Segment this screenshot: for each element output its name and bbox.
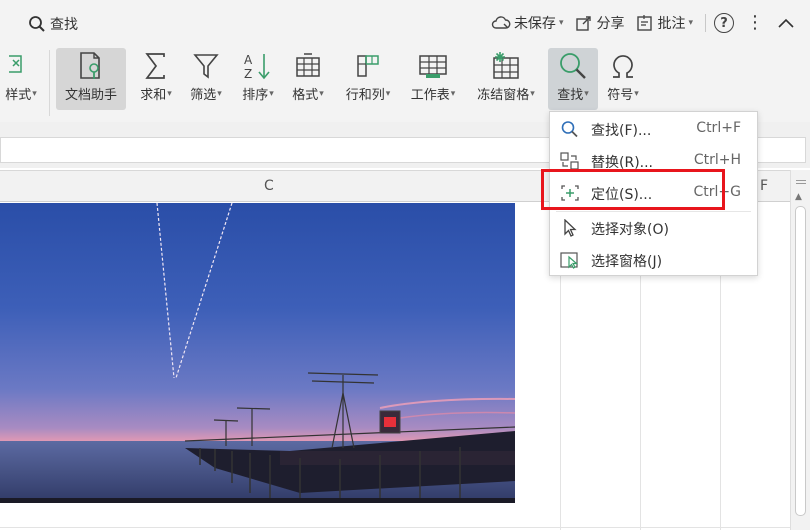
rowcol-button[interactable]: 行和列 ▾ (338, 48, 398, 110)
sum-label: 求和 (140, 88, 167, 103)
caret-down-icon: ▾ (450, 88, 456, 99)
symbol-label: 符号 (607, 88, 634, 103)
sum-button[interactable]: 求和 ▾ (134, 48, 178, 110)
help-icon[interactable]: ? (714, 13, 734, 33)
magnifier-icon (560, 53, 586, 79)
scrollbar-thumb[interactable] (795, 206, 806, 516)
freeze-label: 冻结窗格 (477, 88, 530, 103)
omega-icon (613, 55, 633, 78)
share-label: 分享 (596, 16, 625, 32)
replace-icon (560, 152, 579, 170)
svg-text:Z: Z (244, 67, 252, 81)
column-header-c[interactable]: C (264, 178, 274, 194)
style-label: 样式 (5, 88, 32, 103)
caret-down-icon: ▾ (32, 88, 37, 99)
worksheet-label: 工作表 (410, 88, 450, 103)
freeze-button[interactable]: 冻结窗格 ▾ (468, 48, 544, 110)
doc-assistant-button[interactable]: 文档助手 (56, 48, 126, 110)
caret-down-icon: ▾ (558, 18, 564, 28)
funnel-icon (193, 54, 219, 79)
document-wrench-icon (80, 52, 100, 79)
unsaved-button[interactable]: 未保存 ▾ (491, 13, 564, 33)
search-icon (29, 16, 45, 32)
scrollbar-grip-icon (796, 180, 806, 181)
menu-item-label: 选择对象(O) (591, 222, 669, 238)
magnifier-icon (561, 121, 578, 138)
share-icon (576, 16, 592, 31)
style-button[interactable]: 样式 ▾ (0, 48, 42, 110)
filter-button[interactable]: 筛选 ▾ (184, 48, 228, 110)
menu-item-shortcut: Ctrl+H (693, 152, 741, 168)
doc-assistant-label: 文档助手 (64, 88, 117, 103)
rowcol-label: 行和列 (345, 88, 385, 103)
menu-item-label: 查找(F)... (591, 123, 652, 139)
menu-separator (556, 211, 751, 212)
caret-down-icon: ▾ (269, 88, 274, 99)
annotate-label: 批注 (657, 16, 686, 32)
cloud-icon (491, 16, 511, 29)
search-label: 查找 (50, 17, 78, 33)
sigma-icon (145, 53, 165, 79)
column-header-f[interactable]: F (760, 178, 768, 194)
caret-down-icon: ▾ (584, 88, 589, 99)
caret-down-icon: ▾ (634, 88, 639, 99)
menu-item-label: 选择窗格(J) (591, 254, 663, 270)
caret-down-icon: ▾ (167, 88, 172, 99)
top-bar: 查找 未保存 ▾ 分享 批注 ▾ ? ⋮ (0, 0, 810, 46)
format-label: 格式 (292, 88, 319, 103)
cursor-icon (564, 219, 577, 237)
sort-az-icon: AZ (244, 53, 270, 81)
menu-item-selection-pane[interactable]: 选择窗格(J) (550, 245, 757, 275)
grid-line (0, 527, 790, 528)
symbol-button[interactable]: 符号 ▾ (600, 48, 646, 110)
find-label: 查找 (557, 88, 584, 103)
unsaved-label: 未保存 (513, 16, 556, 32)
worksheet-icon (419, 55, 447, 78)
filter-label: 筛选 (190, 88, 217, 103)
svg-text:A: A (244, 53, 253, 67)
menu-item-shortcut: Ctrl+F (696, 120, 741, 136)
format-button[interactable]: 格式 ▾ (286, 48, 330, 110)
worksheet-button[interactable]: 工作表 ▾ (404, 48, 462, 110)
row-column-icon (357, 55, 379, 77)
annotate-icon (637, 15, 653, 31)
sort-label: 排序 (242, 88, 269, 103)
highlight-box (541, 169, 725, 210)
annotate-button[interactable]: 批注 ▾ (636, 13, 693, 33)
search-button[interactable]: 查找 (28, 12, 78, 36)
vertical-scrollbar[interactable]: ▲ (790, 170, 810, 530)
caret-down-icon: ▾ (530, 88, 535, 99)
caret-down-icon: ▾ (319, 88, 324, 99)
style-icon (9, 55, 22, 73)
share-button[interactable]: 分享 (575, 13, 624, 33)
more-icon[interactable]: ⋮ (746, 14, 764, 32)
sort-button[interactable]: AZ 排序 ▾ (236, 48, 280, 110)
pier-sunset-photo[interactable] (0, 203, 515, 503)
format-grid-icon (296, 53, 320, 77)
topbar-divider (705, 14, 706, 32)
caret-down-icon: ▾ (217, 88, 222, 99)
menu-item-select-objects[interactable]: 选择对象(O) (550, 213, 757, 243)
ribbon-divider (49, 50, 50, 116)
menu-item-find[interactable]: 查找(F)... Ctrl+F (550, 114, 757, 144)
caret-down-icon: ▾ (688, 18, 693, 28)
scroll-up-icon[interactable]: ▲ (795, 192, 802, 202)
find-button[interactable]: 查找 ▾ (548, 48, 598, 110)
selection-pane-icon (560, 252, 579, 269)
freeze-panes-icon (493, 52, 519, 79)
chevron-up-icon[interactable] (778, 18, 794, 28)
caret-down-icon: ▾ (385, 88, 391, 99)
